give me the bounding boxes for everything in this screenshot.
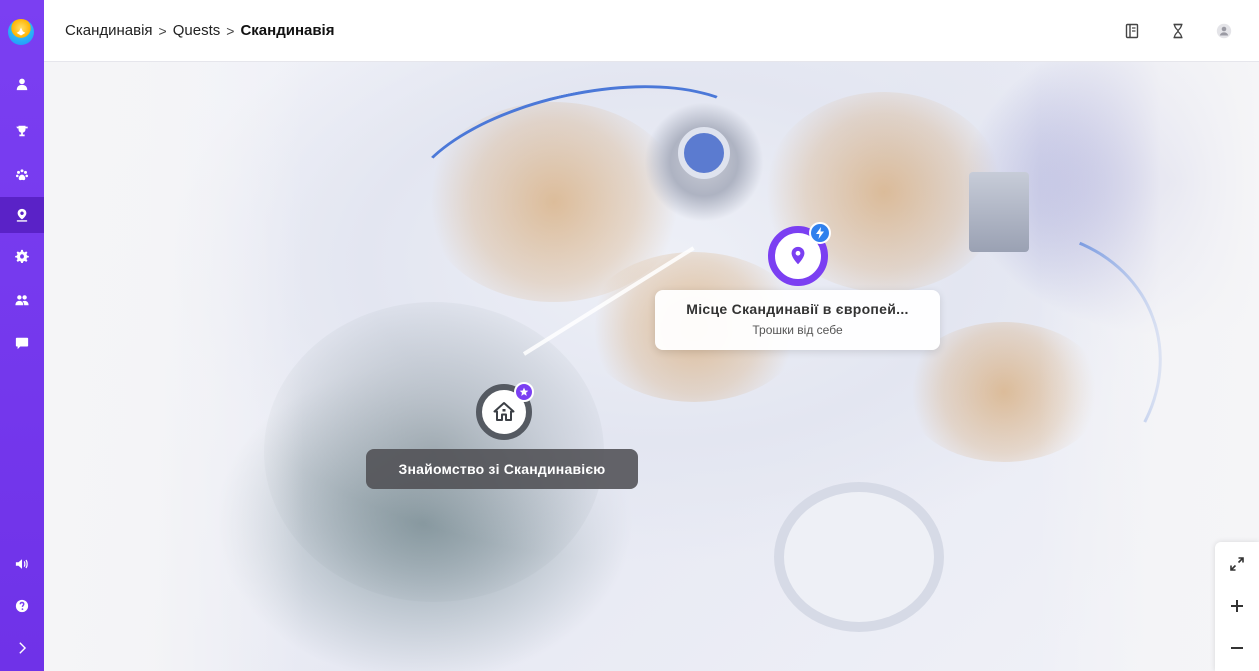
expand-icon — [1230, 557, 1244, 571]
paw-icon — [15, 169, 29, 181]
account-icon — [1216, 23, 1232, 39]
app-logo-icon[interactable] — [8, 19, 34, 45]
hourglass-icon — [1173, 23, 1183, 39]
chevron-right-icon — [19, 642, 27, 654]
fullscreen-button[interactable] — [1215, 544, 1259, 584]
breadcrumb-item-quests[interactable]: Quests — [173, 22, 221, 39]
fog-overlay — [44, 62, 304, 671]
sidebar-item-help[interactable] — [0, 588, 44, 624]
book-icon — [1125, 23, 1139, 39]
history-button[interactable] — [1169, 22, 1187, 40]
zoom-in-button[interactable] — [1215, 586, 1259, 626]
bolt-icon — [816, 227, 824, 239]
sidebar — [0, 0, 44, 671]
sidebar-item-friends[interactable] — [0, 282, 44, 318]
zoom-out-button[interactable] — [1215, 628, 1259, 668]
chat-icon — [15, 337, 29, 350]
quest-map[interactable]: Знайомство зі Скандинавією Місце Скандин… — [44, 62, 1259, 671]
quest-card[interactable]: Місце Скандинавії в європей... Трошки ві… — [655, 290, 940, 350]
sidebar-item-pets[interactable] — [0, 157, 44, 193]
users-icon — [15, 295, 29, 306]
arena — [774, 482, 944, 632]
home-quest-label[interactable]: Знайомство зі Скандинавією — [366, 449, 638, 489]
star-badge — [514, 382, 534, 402]
sidebar-item-achievements[interactable] — [0, 113, 44, 149]
sidebar-item-settings[interactable] — [0, 238, 44, 274]
quest-subtitle: Трошки від себе — [752, 323, 843, 337]
user-icon — [16, 78, 28, 91]
sidebar-expand-button[interactable] — [0, 630, 44, 666]
gear-icon — [15, 249, 29, 263]
map-pin-icon — [16, 208, 28, 222]
home-icon — [493, 402, 515, 421]
journal-button[interactable] — [1123, 22, 1141, 40]
breadcrumb-item-region[interactable]: Скандинавія — [65, 22, 153, 39]
gate-tower — [969, 172, 1029, 252]
breadcrumb-separator: > — [226, 22, 235, 39]
breadcrumb-current: Скандинавія — [240, 22, 335, 39]
account-button[interactable] — [1215, 22, 1233, 40]
sidebar-item-chat[interactable] — [0, 325, 44, 361]
quest-title: Місце Скандинавії в європей... — [686, 301, 909, 317]
volume-icon — [15, 559, 28, 569]
app-root: Скандинавія > Quests > Скандинавія Знайо… — [0, 0, 1259, 671]
trophy-icon — [16, 125, 28, 137]
bolt-badge — [809, 222, 831, 244]
zoom-out-icon — [1231, 647, 1243, 649]
breadcrumb: Скандинавія > Quests > Скандинавія — [65, 22, 334, 39]
zoom-in-icon — [1231, 600, 1243, 612]
star-icon — [519, 387, 529, 396]
breadcrumb-separator: > — [158, 22, 167, 39]
fortress-roof — [678, 127, 730, 179]
help-icon — [15, 599, 29, 613]
sidebar-item-profile[interactable] — [0, 66, 44, 102]
map-controls — [1215, 542, 1259, 671]
sidebar-item-quests[interactable] — [0, 197, 44, 233]
sidebar-item-sound[interactable] — [0, 546, 44, 582]
header-actions — [1123, 22, 1233, 40]
map-pin-icon — [791, 246, 805, 265]
top-header: Скандинавія > Quests > Скандинавія — [44, 0, 1259, 62]
